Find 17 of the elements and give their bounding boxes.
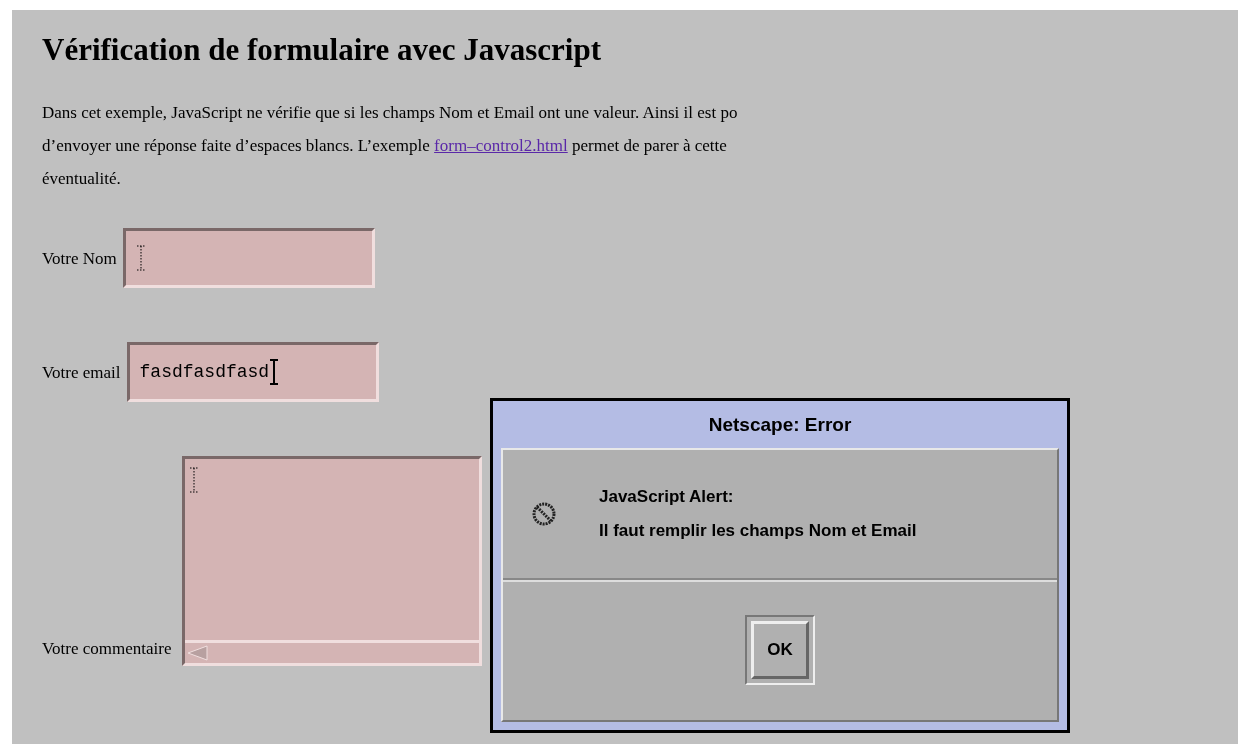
alert-heading: JavaScript Alert:	[599, 487, 735, 507]
page-heading: Vérification de formulaire avec Javascript	[42, 32, 602, 68]
text-cursor-icon	[188, 467, 199, 493]
example-link[interactable]: form–control2.html	[434, 136, 568, 155]
text-cursor-icon	[135, 245, 146, 271]
ok-button[interactable]: OK	[751, 621, 809, 679]
field-label: Votre Nom	[42, 248, 117, 270]
comment-textarea[interactable]	[181, 456, 482, 666]
field-label: Votre commentaire	[42, 638, 172, 660]
field-label: Votre email	[42, 362, 121, 384]
intro-paragraph: Dans cet exemple, JavaScript ne vérifie que si les champs Nom et Email ont une valeur. Ainsi il est po d’envoyer une réponse faite d’espaces blancs. L’exemple form–control2.html permet de parer à cette éventualité.	[42, 102, 739, 190]
text-input-field[interactable]: fasdfasdfasd	[126, 342, 379, 402]
text-input-field[interactable]	[122, 228, 375, 288]
dialog-title: Netscape: Error	[707, 412, 853, 437]
prohibited-icon	[531, 501, 557, 527]
alert-message: Il faut remplir les champs Nom et Email	[599, 521, 917, 541]
text-cursor-icon	[269, 359, 280, 385]
